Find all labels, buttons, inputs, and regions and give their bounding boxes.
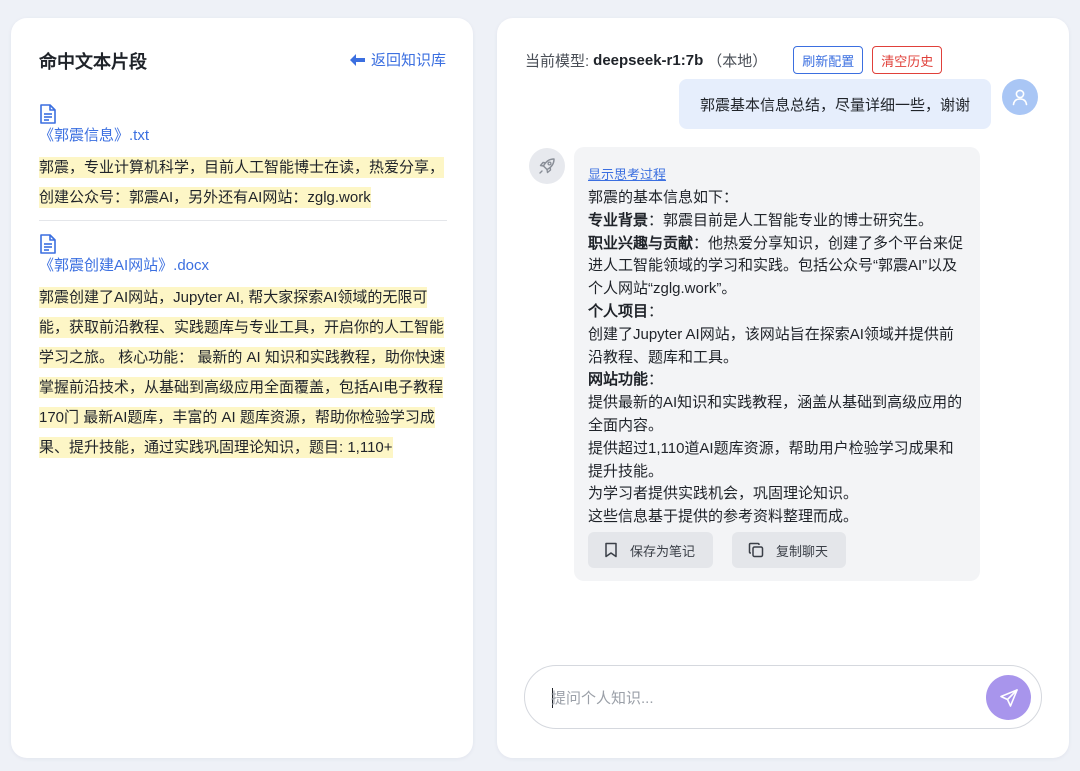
save-as-note-label: 保存为笔记 bbox=[630, 543, 696, 559]
fragment-item: 《郭震创建AI网站》.docx 郭震创建了AI网站，Jupyter AI, 帮大… bbox=[39, 234, 447, 463]
refresh-config-button[interactable]: 刷新配置 bbox=[793, 46, 864, 74]
back-link-label: 返回知识库 bbox=[370, 52, 446, 69]
copy-chat-label: 复制聊天 bbox=[776, 543, 829, 559]
copy-chat-button[interactable]: 复制聊天 bbox=[732, 532, 847, 568]
fragment-text: 郭震创建了AI网站，Jupyter AI, 帮大家探索AI领域的无限可能，获取前… bbox=[39, 287, 445, 458]
document-icon bbox=[40, 234, 56, 254]
user-message-bubble: 郭震基本信息总结，尽量详细一些，谢谢 bbox=[679, 79, 991, 129]
show-thinking-link[interactable]: 显示思考过程 bbox=[588, 165, 666, 185]
rocket-icon bbox=[539, 158, 555, 174]
model-location: （本地） bbox=[707, 52, 768, 70]
answer-site-item: 提供最新的AI知识和实践教程，涵盖从基础到高级应用的全面内容。 bbox=[588, 394, 963, 434]
chat-panel: 当前模型: deepseek-r1:7b （本地） 刷新配置 清空历史 郭震基本… bbox=[497, 18, 1069, 758]
fragment-doc-name[interactable]: 《郭震信息》.txt bbox=[39, 125, 447, 147]
fragment-text: 郭震，专业计算机科学，目前人工智能博士在读，热爱分享，创建公众号：郭震AI，另外… bbox=[39, 157, 445, 208]
assistant-message-bubble: 显示思考过程 郭震的基本信息如下： 专业背景：郭震目前是人工智能专业的博士研究生… bbox=[574, 147, 980, 581]
assistant-answer: 郭震的基本信息如下： 专业背景：郭震目前是人工智能专业的博士研究生。 职业兴趣与… bbox=[588, 187, 966, 529]
answer-background: 专业背景：郭震目前是人工智能专业的博士研究生。 bbox=[588, 211, 934, 229]
avatar bbox=[1002, 79, 1038, 115]
answer-conclusion: 这些信息基于提供的参考资料整理而成。 bbox=[588, 508, 859, 526]
answer-site-item: 提供超过1,110道AI题库资源，帮助用户检验学习成果和提升技能。 bbox=[588, 439, 954, 480]
fragment-doc-name[interactable]: 《郭震创建AI网站》.docx bbox=[39, 255, 447, 277]
clear-history-button[interactable]: 清空历史 bbox=[872, 46, 943, 74]
answer-career: 职业兴趣与贡献：他热爱分享知识，创建了多个平台来促进人工智能领域的学习和实践。包… bbox=[588, 234, 964, 298]
send-button[interactable] bbox=[986, 675, 1031, 720]
arrow-left-icon bbox=[349, 53, 365, 66]
answer-projects-text: 创建了Jupyter AI网站，该网站旨在探索AI领域并提供前沿教程、题库和工具… bbox=[588, 325, 954, 366]
answer-intro: 郭震的基本信息如下： bbox=[588, 189, 739, 206]
panel-title: 命中文本片段 bbox=[39, 52, 147, 72]
fragment-item: 《郭震信息》.txt 郭震，专业计算机科学，目前人工智能博士在读，热爱分享，创建… bbox=[39, 104, 447, 213]
model-info-bar: 当前模型: deepseek-r1:7b （本地） 刷新配置 清空历史 bbox=[525, 46, 943, 74]
question-input[interactable] bbox=[551, 686, 971, 710]
hit-fragments-panel: 命中文本片段 返回知识库 《郭震信息》.txt 郭震，专业计算机科学，目前人工智… bbox=[11, 18, 473, 758]
model-name: deepseek-r1:7b bbox=[593, 51, 704, 69]
model-label: 当前模型: bbox=[525, 52, 590, 70]
chat-input-box bbox=[524, 665, 1042, 729]
send-icon bbox=[999, 688, 1018, 707]
answer-site-item: 为学习者提供实践机会，巩固理论知识。 bbox=[588, 485, 859, 503]
back-to-knowledge-base-link[interactable]: 返回知识库 bbox=[349, 49, 446, 70]
fragment-divider bbox=[39, 220, 447, 221]
message-actions: 保存为笔记 复制聊天 bbox=[588, 532, 847, 568]
save-as-note-button[interactable]: 保存为笔记 bbox=[588, 532, 714, 568]
copy-icon bbox=[748, 542, 764, 558]
bookmark-icon bbox=[605, 542, 617, 558]
bot-avatar bbox=[529, 148, 565, 184]
answer-site-heading: 网站功能： bbox=[588, 371, 664, 389]
document-icon bbox=[40, 104, 56, 124]
user-icon bbox=[1012, 89, 1028, 106]
answer-projects-heading: 个人项目： bbox=[588, 302, 664, 320]
